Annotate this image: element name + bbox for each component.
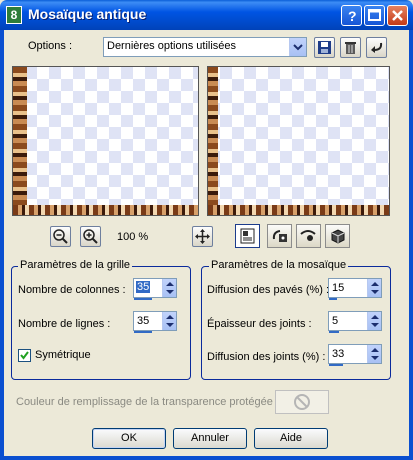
no-color-icon (294, 394, 310, 410)
pan-button[interactable] (192, 226, 213, 247)
spinner-arrows-icon[interactable] (162, 312, 176, 330)
spinner-arrows-icon[interactable] (162, 279, 176, 297)
delete-preset-button[interactable] (340, 37, 361, 58)
maximize-button[interactable] (364, 5, 385, 26)
close-button[interactable] (387, 5, 408, 26)
maximize-icon (368, 9, 381, 21)
rows-stepper[interactable]: 35 (133, 311, 177, 333)
options-dropdown[interactable]: Dernières options utilisées (103, 37, 307, 57)
spinner-arrows-icon[interactable] (367, 345, 381, 363)
rows-level-bar (134, 331, 152, 333)
title-help-button[interactable]: ? (341, 5, 362, 26)
window-frame-bottom (0, 456, 413, 460)
help-icon: ? (348, 8, 357, 24)
transparency-fill-label: Couleur de remplissage de la transparenc… (16, 396, 279, 408)
joint-thickness-level-bar (329, 331, 339, 333)
before-preview[interactable] (12, 66, 199, 216)
title-bar: 8 Mosaïque antique ? (0, 0, 413, 30)
randomize-button[interactable] (267, 224, 292, 248)
joint-diffusion-label: Diffusion des joints (%) : (207, 351, 326, 363)
columns-level-bar (134, 298, 152, 300)
tile-diffusion-value[interactable]: 15 (332, 282, 344, 294)
preview-toggle-icon (240, 228, 255, 244)
window-frame-right (409, 30, 413, 460)
grid-parameters-title: Paramètres de la grille (18, 259, 133, 271)
cube-button[interactable] (325, 224, 350, 248)
reset-icon (371, 42, 383, 53)
svg-text:?: ? (348, 8, 357, 24)
proof-icon (300, 230, 316, 241)
tile-diffusion-label: Diffusion des pavés (%) : (207, 284, 330, 296)
app-icon: 8 (6, 6, 22, 24)
randomize-icon (272, 230, 287, 242)
chevron-down-icon[interactable] (289, 38, 306, 56)
ok-button[interactable]: OK (92, 428, 166, 449)
rows-value[interactable]: 35 (137, 315, 149, 327)
joint-diffusion-level-bar (329, 364, 343, 366)
tile-diffusion-level-bar (329, 298, 337, 300)
checkmark-icon (20, 351, 29, 360)
joint-thickness-stepper[interactable]: 5 (328, 311, 382, 333)
delete-icon (345, 42, 356, 54)
pan-icon (195, 229, 210, 244)
preview-image-edge (13, 205, 198, 215)
reset-preset-button[interactable] (366, 37, 387, 58)
joint-diffusion-stepper[interactable]: 33 (328, 344, 382, 366)
close-icon (392, 10, 403, 21)
zoom-out-button[interactable] (50, 226, 71, 247)
cube-icon (331, 229, 345, 244)
columns-label: Nombre de colonnes : (18, 284, 126, 296)
symmetric-checkbox[interactable] (18, 349, 31, 362)
zoom-out-icon (53, 229, 68, 244)
preview-image-edge (208, 205, 389, 215)
transparency-color-swatch (275, 390, 329, 414)
joint-thickness-value[interactable]: 5 (332, 315, 338, 327)
symmetric-label[interactable]: Symétrique (35, 349, 91, 361)
proof-button[interactable] (296, 224, 321, 248)
options-label: Options : (28, 40, 73, 52)
zoom-level: 100 % (117, 231, 149, 243)
spinner-arrows-icon[interactable] (367, 279, 381, 297)
preview-image-edge (13, 67, 27, 215)
help-button[interactable]: Aide (254, 428, 328, 449)
mosaic-parameters-title: Paramètres de la mosaïque (209, 259, 349, 271)
tile-diffusion-stepper[interactable]: 15 (328, 278, 382, 300)
zoom-in-button[interactable] (80, 226, 101, 247)
preview-toggle-button[interactable] (235, 224, 260, 248)
rows-label: Nombre de lignes : (18, 318, 111, 330)
save-icon (318, 41, 331, 54)
joint-diffusion-value[interactable]: 33 (332, 348, 344, 360)
options-selected-value: Dernières options utilisées (107, 40, 237, 52)
preview-image-edge (208, 67, 218, 215)
spinner-arrows-icon[interactable] (367, 312, 381, 330)
columns-stepper[interactable]: 35 (133, 278, 177, 300)
columns-value[interactable]: 35 (136, 281, 151, 293)
cancel-button[interactable]: Annuler (173, 428, 247, 449)
joint-thickness-label: Épaisseur des joints : (207, 318, 312, 330)
save-preset-button[interactable] (314, 37, 335, 58)
zoom-in-icon (83, 229, 98, 244)
after-preview (207, 66, 390, 216)
window-frame-left (0, 30, 4, 460)
window-title: Mosaïque antique (28, 6, 147, 22)
